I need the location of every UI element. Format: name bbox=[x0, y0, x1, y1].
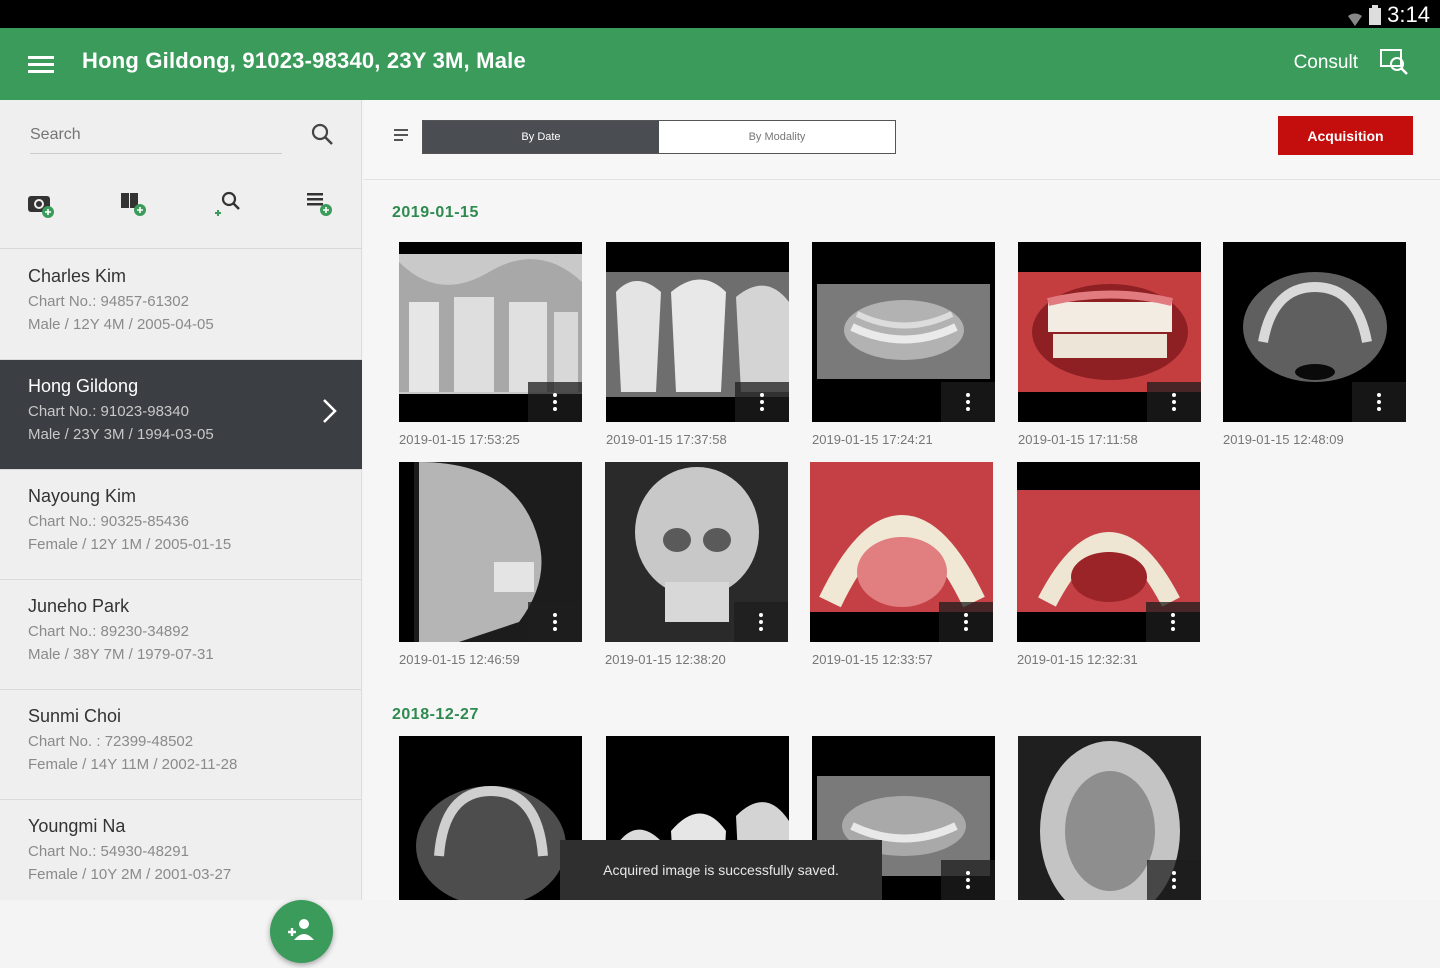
patient-chart-no: Chart No. : 72399-48502 bbox=[28, 733, 194, 750]
tab-by-date[interactable]: By Date bbox=[423, 121, 659, 153]
more-options-icon[interactable] bbox=[1147, 860, 1201, 900]
add-camera-icon[interactable] bbox=[26, 188, 60, 222]
patient-chart-no: Chart No.: 91023-98340 bbox=[28, 403, 189, 420]
add-person-icon bbox=[288, 919, 314, 940]
more-options-icon[interactable] bbox=[1146, 602, 1200, 642]
sort-icon[interactable] bbox=[392, 126, 412, 144]
consult-button[interactable]: Consult bbox=[1294, 52, 1358, 74]
more-options-icon[interactable] bbox=[941, 860, 995, 900]
patient-info: Male / 12Y 4M / 2005-04-05 bbox=[28, 316, 214, 333]
more-options-icon[interactable] bbox=[528, 382, 582, 422]
patient-list-item[interactable]: Nayoung Kim Chart No.: 90325-85436 Femal… bbox=[0, 470, 362, 580]
image-thumbnail[interactable] bbox=[1223, 242, 1406, 422]
app-bar: Hong Gildong, 91023-98340, 23Y 3M, Male … bbox=[0, 28, 1440, 100]
patient-list-item[interactable]: Juneho Park Chart No.: 89230-34892 Male … bbox=[0, 580, 362, 690]
list-add-icon[interactable] bbox=[304, 188, 338, 222]
toast-message: Acquired image is successfully saved. bbox=[560, 840, 882, 900]
patient-sidebar: Charles Kim Chart No.: 94857-61302 Male … bbox=[0, 100, 362, 963]
patient-list-item[interactable]: Youngmi Na Chart No.: 54930-48291 Female… bbox=[0, 800, 362, 910]
more-options-icon[interactable] bbox=[735, 382, 789, 422]
more-options-icon[interactable] bbox=[1147, 382, 1201, 422]
more-options-icon[interactable] bbox=[528, 602, 582, 642]
patient-name: Hong Gildong bbox=[28, 376, 139, 396]
more-options-icon[interactable] bbox=[939, 602, 993, 642]
image-timestamp: 2019-01-15 17:37:58 bbox=[606, 432, 727, 447]
search-box bbox=[30, 120, 282, 154]
image-thumbnail[interactable] bbox=[606, 242, 789, 422]
patient-info: Male / 38Y 7M / 1979-07-31 bbox=[28, 646, 214, 663]
image-thumbnail[interactable] bbox=[399, 462, 582, 642]
image-timestamp: 2019-01-15 17:24:21 bbox=[812, 432, 933, 447]
more-options-icon[interactable] bbox=[1352, 382, 1406, 422]
patient-list: Charles Kim Chart No.: 94857-61302 Male … bbox=[0, 250, 362, 910]
menu-icon[interactable] bbox=[28, 52, 54, 74]
patient-info: Female / 10Y 2M / 2001-03-27 bbox=[28, 866, 232, 883]
image-thumbnail[interactable] bbox=[1017, 462, 1200, 642]
patient-chart-no: Chart No.: 94857-61302 bbox=[28, 293, 189, 310]
image-timestamp: 2019-01-15 12:48:09 bbox=[1223, 432, 1344, 447]
image-thumbnail[interactable] bbox=[1018, 736, 1201, 900]
patient-name: Nayoung Kim bbox=[28, 486, 137, 506]
image-timestamp: 2019-01-15 12:38:20 bbox=[605, 652, 726, 667]
image-thumbnail[interactable] bbox=[812, 242, 995, 422]
add-book-icon[interactable] bbox=[118, 188, 152, 222]
divider bbox=[0, 248, 362, 249]
image-timestamp: 2019-01-15 12:32:31 bbox=[1017, 652, 1138, 667]
more-options-icon[interactable] bbox=[941, 382, 995, 422]
battery-icon bbox=[1369, 5, 1382, 25]
search-input[interactable] bbox=[30, 120, 282, 150]
patient-list-item[interactable]: Charles Kim Chart No.: 94857-61302 Male … bbox=[0, 250, 362, 360]
tab-by-modality[interactable]: By Modality bbox=[659, 121, 895, 153]
image-thumbnail[interactable] bbox=[399, 736, 582, 900]
gallery-toolbar: By Date By Modality Acquisition bbox=[364, 100, 1440, 180]
date-group-header: 2018-12-27 bbox=[392, 706, 479, 723]
patient-info: Female / 14Y 11M / 2002-11-28 bbox=[28, 756, 238, 773]
image-thumbnail[interactable] bbox=[1018, 242, 1201, 422]
more-options-icon[interactable] bbox=[734, 602, 788, 642]
view-mode-toggle: By Date By Modality bbox=[422, 120, 896, 154]
chevron-right-icon bbox=[322, 398, 338, 424]
search-icon[interactable] bbox=[310, 122, 336, 148]
clock: 3:14 bbox=[1387, 2, 1430, 27]
patient-name: Youngmi Na bbox=[28, 816, 126, 836]
consult-icon[interactable] bbox=[1378, 46, 1410, 78]
image-timestamp: 2019-01-15 17:53:25 bbox=[399, 432, 520, 447]
add-patient-button[interactable] bbox=[270, 900, 333, 963]
image-timestamp: 2019-01-15 17:11:58 bbox=[1018, 432, 1138, 447]
patient-name: Sunmi Choi bbox=[28, 706, 122, 726]
image-thumbnail[interactable] bbox=[605, 462, 788, 642]
patient-chart-no: Chart No.: 90325-85436 bbox=[28, 513, 189, 530]
image-timestamp: 2019-01-15 12:33:57 bbox=[812, 652, 933, 667]
image-thumbnail[interactable] bbox=[810, 462, 993, 642]
patient-name: Charles Kim bbox=[28, 266, 127, 286]
patient-chart-no: Chart No.: 54930-48291 bbox=[28, 843, 189, 860]
patient-list-item-selected[interactable]: Hong Gildong Chart No.: 91023-98340 Male… bbox=[0, 360, 362, 470]
image-thumbnail[interactable] bbox=[399, 242, 582, 422]
patient-name: Juneho Park bbox=[28, 596, 130, 616]
image-gallery: By Date By Modality Acquisition 2019-01-… bbox=[364, 100, 1440, 900]
date-group-header: 2019-01-15 bbox=[392, 204, 479, 221]
patient-info: Male / 23Y 3M / 1994-03-05 bbox=[28, 426, 214, 443]
sidebar-tools bbox=[0, 188, 362, 228]
wifi-icon bbox=[1347, 7, 1363, 26]
patient-info: Female / 12Y 1M / 2005-01-15 bbox=[28, 536, 232, 553]
acquisition-button[interactable]: Acquisition bbox=[1278, 116, 1413, 155]
page-title: Hong Gildong, 91023-98340, 23Y 3M, Male bbox=[82, 48, 526, 73]
patient-list-item[interactable]: Sunmi Choi Chart No. : 72399-48502 Femal… bbox=[0, 690, 362, 800]
patient-chart-no: Chart No.: 89230-34892 bbox=[28, 623, 189, 640]
search-plus-icon[interactable] bbox=[212, 188, 246, 222]
image-timestamp: 2019-01-15 12:46:59 bbox=[399, 652, 520, 667]
status-bar: 3:14 bbox=[0, 0, 1440, 28]
